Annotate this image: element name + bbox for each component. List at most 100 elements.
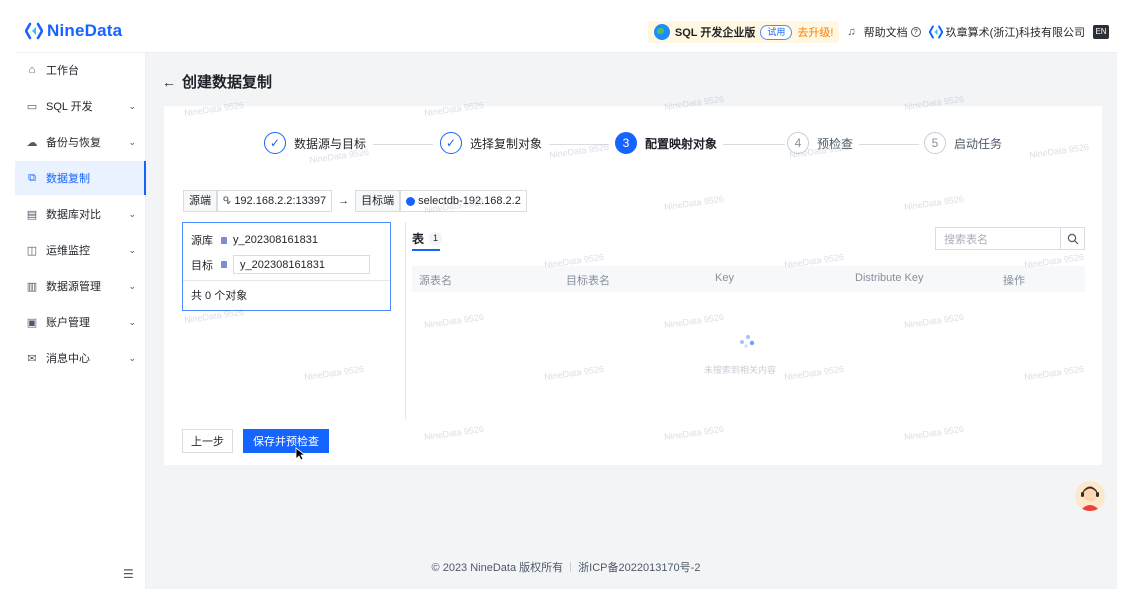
footer-divider — [570, 562, 572, 572]
tab-active-indicator — [412, 249, 440, 251]
target-endpoint: selectdb-192.168.2.2 — [400, 190, 527, 212]
sidebar-item-label: SQL 开发 — [46, 101, 93, 113]
chevron-down-icon: ⌄ — [128, 136, 136, 147]
object-mapping-panel[interactable]: 源库 y_202308161831 目标 y_202308161831 共 0 … — [182, 222, 391, 311]
column-actions: 操作 — [1003, 275, 1025, 287]
target-db-input[interactable]: y_202308161831 — [233, 255, 370, 274]
step-1[interactable]: ✓ 数据源与目标 — [264, 132, 366, 154]
column-key: Key — [715, 272, 734, 284]
trial-badge: 试用 — [760, 24, 793, 40]
icp-link[interactable]: 浙ICP备2022013170号-2 — [578, 562, 700, 574]
target-value: selectdb-192.168.2.2 — [418, 195, 521, 207]
sidebar-item-label: 数据复制 — [46, 173, 90, 185]
prev-step-button[interactable]: 上一步 — [182, 429, 233, 453]
search-icon[interactable] — [1060, 228, 1084, 249]
compare-icon: ▤ — [26, 208, 38, 221]
check-icon: ✓ — [264, 132, 286, 154]
edition-badge[interactable]: SQL 开发企业版 试用 去升级! — [647, 21, 840, 43]
step-3[interactable]: 3 配置映射对象 — [615, 132, 717, 154]
source-tag: 源端 — [183, 190, 217, 212]
brand-logo[interactable]: NineData — [25, 21, 122, 41]
chevron-down-icon: ⌄ — [128, 316, 136, 327]
sidebar-item-replication[interactable]: ⧉ 数据复制 — [15, 161, 146, 195]
bell-icon[interactable]: ♫ — [847, 26, 855, 38]
page-footer: © 2023 NineData 版权所有 浙ICP备2022013170号-2 — [15, 559, 1117, 575]
sidebar-item-account[interactable]: ▣ 账户管理 ⌄ — [15, 305, 146, 339]
source-value: 192.168.2.2:13397 — [234, 195, 327, 207]
watermark: NineData 9526 — [423, 423, 485, 443]
ninedata-logo-icon — [25, 22, 43, 40]
source-db-value: y_202308161831 — [233, 234, 319, 246]
home-icon: ⌂ — [28, 64, 36, 76]
tab-tables[interactable]: 表 1 — [412, 230, 443, 247]
search-input[interactable]: 搜索表名 — [936, 231, 1060, 247]
language-toggle[interactable]: EN — [1093, 25, 1109, 39]
help-docs-link[interactable]: 帮助文档 ? — [864, 24, 921, 40]
target-tag: 目标端 — [355, 190, 401, 212]
watermark: NineData 9526 — [303, 363, 365, 383]
support-avatar[interactable] — [1075, 481, 1105, 511]
source-db-label: 源库 — [191, 235, 213, 247]
chevron-down-icon: ⌄ — [128, 280, 136, 291]
top-header: NineData SQL 开发企业版 试用 去升级! ♫ 帮助文档 ? 玖章算术… — [15, 11, 1117, 53]
step-connector — [859, 144, 919, 145]
chevron-down-icon: ⌄ — [128, 208, 136, 219]
question-circle-icon: ? — [910, 27, 921, 37]
sidebar-item-monitor[interactable]: ◫ 运维监控 ⌄ — [15, 233, 146, 267]
chevron-down-icon: ⌄ — [128, 352, 136, 363]
datasource-icon: ▥ — [26, 280, 38, 293]
sidebar-item-messages[interactable]: ✉ 消息中心 ⌄ — [15, 341, 146, 375]
company-switcher[interactable]: 玖章算术(浙江)科技有限公司 — [928, 24, 1085, 40]
empty-state-icon — [740, 335, 755, 348]
sidebar-item-label: 消息中心 — [46, 353, 90, 365]
step-5[interactable]: 5 启动任务 — [924, 132, 1002, 154]
step-label: 数据源与目标 — [294, 136, 367, 151]
table-search[interactable]: 搜索表名 — [935, 227, 1085, 250]
step-number: 3 — [615, 132, 637, 154]
sidebar-item-backup[interactable]: ☁ 备份与恢复 ⌄ — [15, 125, 146, 159]
table-header: 源表名 目标表名 Key Distribute Key 操作 — [412, 266, 1085, 292]
sidebar-item-label: 工作台 — [46, 65, 79, 77]
edition-label: SQL 开发企业版 — [674, 27, 756, 39]
watermark: NineData 9526 — [663, 423, 725, 443]
column-source-table: 源表名 — [419, 275, 452, 287]
help-docs-label: 帮助文档 — [863, 27, 908, 39]
upgrade-link[interactable]: 去升级! — [797, 24, 833, 40]
sidebar-item-workbench[interactable]: ⌂ 工作台 — [15, 53, 146, 87]
watermark: NineData 9526 — [663, 193, 725, 213]
watermark: NineData 9526 — [1023, 363, 1085, 383]
step-label: 选择复制对象 — [470, 136, 543, 151]
sidebar-item-datasource[interactable]: ▥ 数据源管理 ⌄ — [15, 269, 146, 303]
save-and-precheck-button[interactable]: 保存并预检查 — [243, 429, 329, 453]
page-title: ← 创建数据复制 — [162, 71, 272, 92]
sidebar-item-sql-dev[interactable]: ▭ SQL 开发 ⌄ — [15, 89, 146, 123]
watermark: NineData 9526 — [663, 311, 725, 331]
mouse-cursor-icon — [295, 447, 307, 461]
watermark: NineData 9526 — [903, 311, 965, 331]
database-icon — [221, 236, 227, 244]
watermark: NineData 9526 — [423, 99, 485, 119]
brand-name: NineData — [47, 21, 123, 40]
watermark: NineData 9526 — [783, 363, 845, 383]
source-endpoint: ᕴ 192.168.2.2:13397 — [217, 190, 333, 212]
source-db-row: 源库 y_202308161831 — [191, 232, 318, 248]
step-label: 启动任务 — [954, 136, 1003, 151]
watermark: NineData 9526 — [663, 93, 725, 113]
step-connector — [549, 144, 609, 145]
replication-route: 源端 ᕴ 192.168.2.2:13397 → 目标端 selectdb-19… — [183, 190, 527, 212]
object-count: 共 0 个对象 — [183, 280, 390, 310]
arrow-right-icon: → — [338, 195, 350, 207]
sidebar-item-label: 数据库对比 — [46, 209, 101, 221]
company-name: 玖章算术(浙江)科技有限公司 — [945, 27, 1085, 39]
chevron-down-icon: ⌄ — [128, 244, 136, 255]
step-number: 4 — [787, 132, 809, 154]
step-number: 5 — [924, 132, 946, 154]
step-4[interactable]: 4 预检查 — [787, 132, 853, 154]
step-2[interactable]: ✓ 选择复制对象 — [440, 132, 542, 154]
sidebar-item-db-compare[interactable]: ▤ 数据库对比 ⌄ — [15, 197, 146, 231]
step-connector — [723, 144, 785, 145]
empty-state-text: 未搜索到相关内容 — [704, 365, 777, 375]
mysql-icon: ᕴ — [223, 195, 232, 207]
back-arrow-icon[interactable]: ← — [162, 74, 176, 90]
page-title-text: 创建数据复制 — [182, 74, 273, 91]
